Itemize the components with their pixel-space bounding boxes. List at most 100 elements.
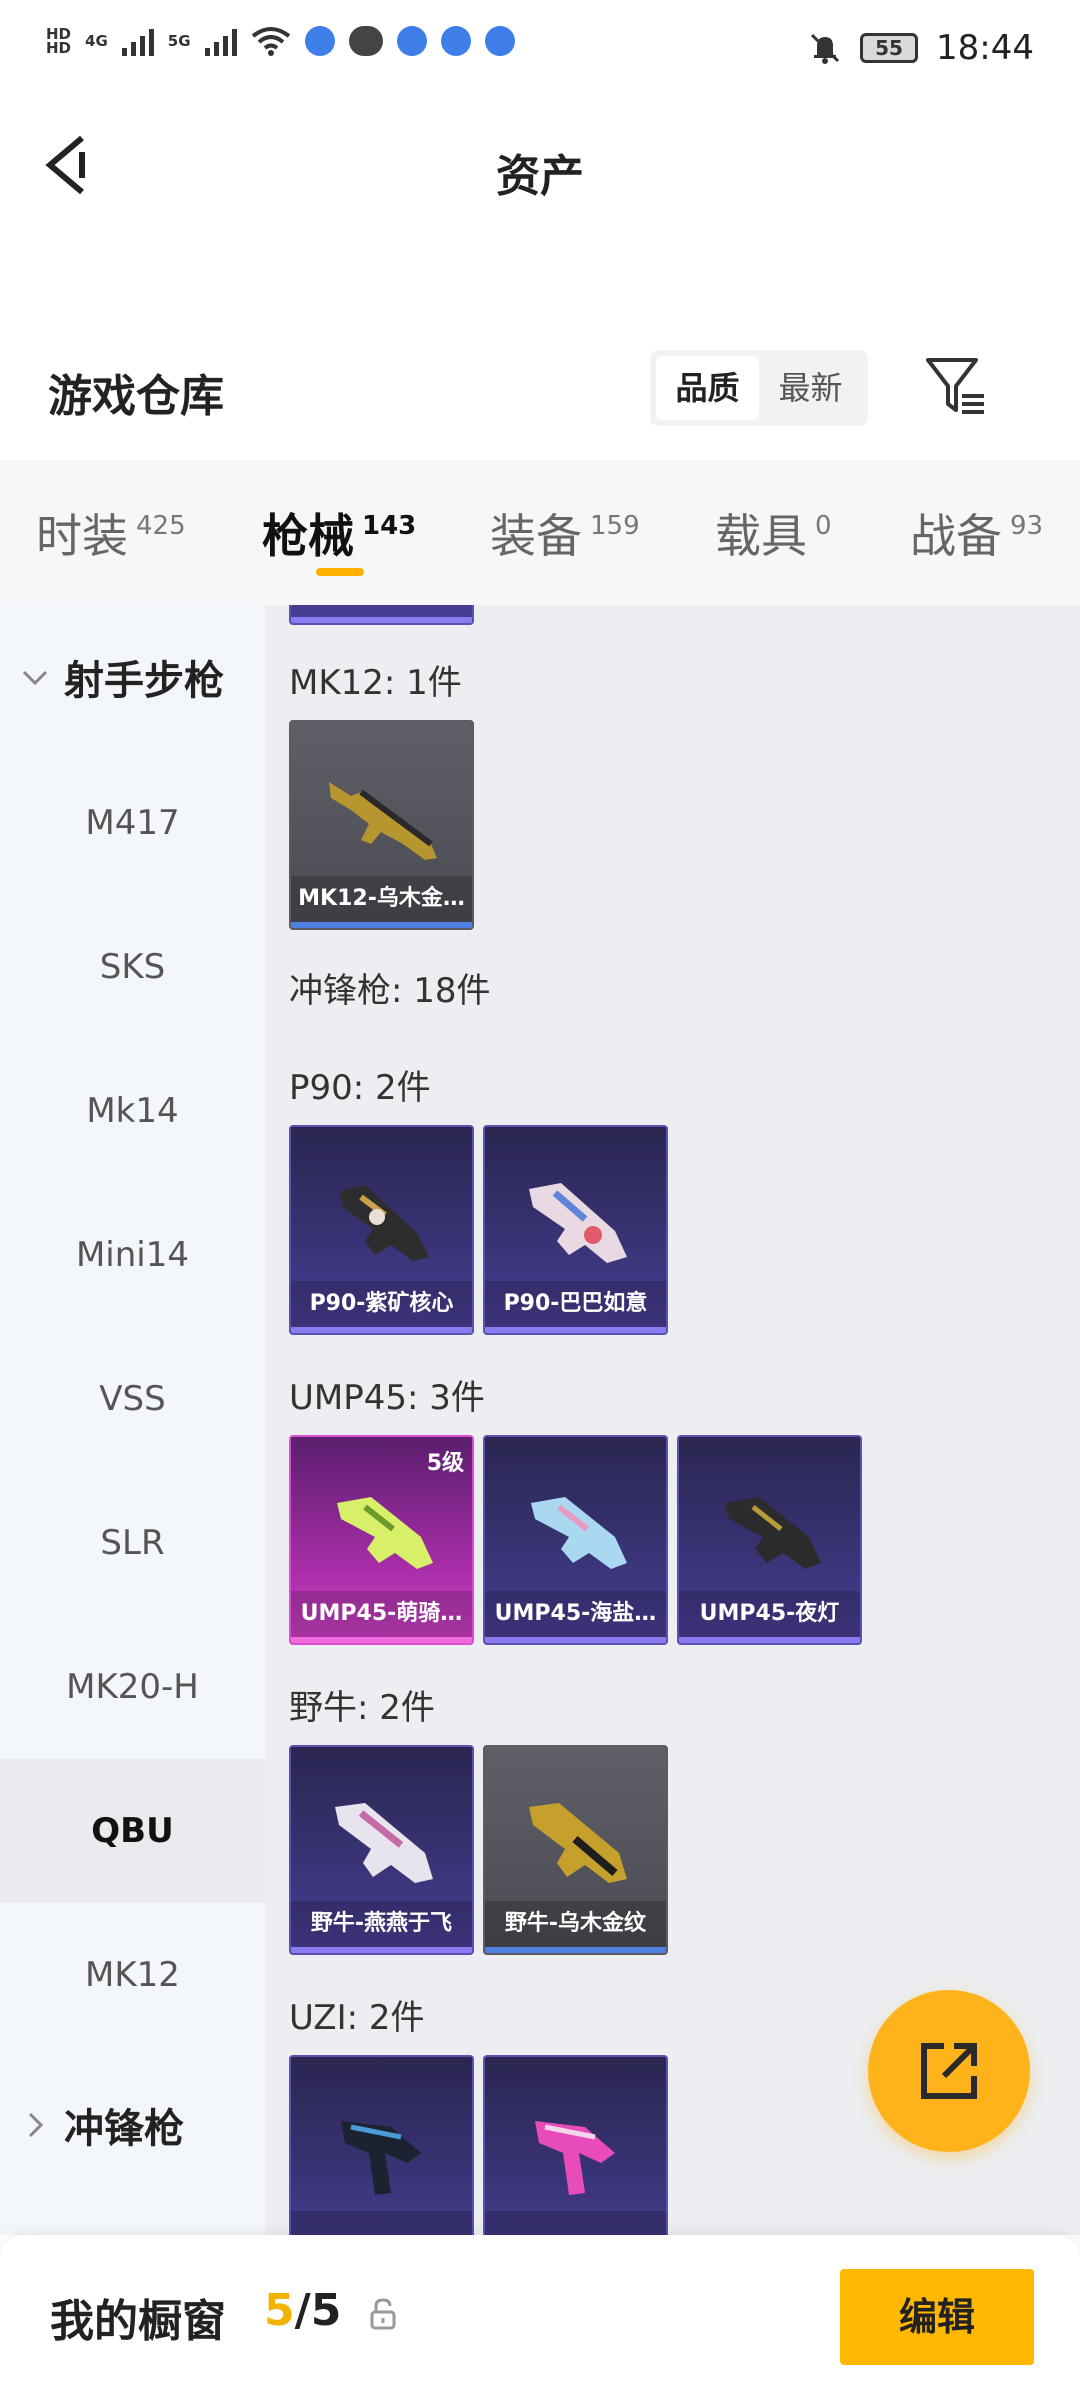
warehouse-title: 游戏仓库 <box>48 371 224 422</box>
weapon-sidebar: 射手步枪 M417 SKS Mk14 Mini14 VSS SLR MK20-H… <box>0 605 265 2235</box>
smg-icon <box>339 1185 429 1261</box>
item-name: UMP45-萌骑… <box>291 1591 472 1637</box>
item-card[interactable]: P90-紫矿核心 <box>289 1125 474 1335</box>
rarity-strip <box>485 1327 666 1333</box>
chevron-down-icon <box>22 670 48 686</box>
item-card[interactable]: UMP45-夜灯 <box>677 1435 862 1645</box>
battery-icon: 55 <box>860 33 919 63</box>
app-notification-icon <box>484 26 515 56</box>
app-notification-icon <box>304 26 335 56</box>
item-level-badge: 5级 <box>426 1451 464 1476</box>
warehouse-header: 游戏仓库 品质 最新 <box>0 330 1080 450</box>
signal-bars-icon <box>121 26 154 56</box>
rarity-strip <box>291 1637 472 1643</box>
sidebar-group-marksman-rifle[interactable]: 射手步枪 <box>0 627 265 727</box>
mute-bell-icon <box>810 33 840 64</box>
showcase-label: 我的橱窗 <box>50 2296 226 2347</box>
group-title: 野牛: 2件 <box>289 1688 435 1728</box>
status-left: HD HD 4G 5G <box>46 26 515 56</box>
tab-outfits[interactable]: 时装 425 <box>36 500 186 566</box>
wifi-icon <box>251 27 290 56</box>
sidebar-item-sks[interactable]: SKS <box>0 895 265 1039</box>
rarity-strip <box>679 1637 860 1643</box>
item-name <box>291 2211 472 2235</box>
app-header: 资产 <box>0 100 1080 240</box>
item-card[interactable]: UMP45-海盐… <box>483 1435 668 1645</box>
group-title: MK12: 1件 <box>289 663 462 703</box>
sidebar-item-mk14[interactable]: Mk14 <box>0 1039 265 1183</box>
sidebar-item-slr[interactable]: SLR <box>0 1471 265 1615</box>
item-card[interactable] <box>483 2055 668 2235</box>
item-card[interactable] <box>289 605 474 625</box>
smg-icon <box>341 2121 421 2195</box>
tab-supplies[interactable]: 战备 93 <box>910 500 1043 566</box>
edit-button[interactable]: 编辑 <box>840 2269 1034 2365</box>
rarity-strip <box>291 1947 472 1953</box>
sidebar-group-smg[interactable]: 冲锋枪 <box>0 2075 265 2175</box>
sidebar-item-mk12[interactable]: MK12 <box>0 1903 265 2047</box>
sidebar-item-m417[interactable]: M417 <box>0 751 265 895</box>
sidebar-item-mk20h[interactable]: MK20-H <box>0 1615 265 1759</box>
network-type-2: 5G <box>167 32 191 50</box>
item-card[interactable]: MK12-乌木金… <box>289 720 474 930</box>
app-notification-icon <box>396 26 427 56</box>
filter-icon[interactable] <box>924 354 988 418</box>
smg-icon <box>337 1497 433 1569</box>
item-card[interactable] <box>289 2055 474 2235</box>
sort-quality-option[interactable]: 品质 <box>656 356 759 420</box>
clock: 18:44 <box>936 28 1034 68</box>
smg-icon <box>535 2121 615 2195</box>
item-name: 野牛-乌木金纹 <box>485 1901 666 1947</box>
item-card[interactable]: P90-巴巴如意 <box>483 1125 668 1335</box>
signal-bars-icon <box>204 26 237 56</box>
group-title: P90: 2件 <box>289 1068 431 1108</box>
rarity-strip <box>291 922 472 928</box>
group-title: 冲锋枪: 18件 <box>289 971 491 1011</box>
sort-toggle: 品质 最新 <box>650 350 868 426</box>
network-type-1: 4G <box>85 32 108 50</box>
smg-icon <box>529 1803 627 1883</box>
sort-newest-option[interactable]: 最新 <box>759 356 862 420</box>
tab-weapons[interactable]: 枪械 143 <box>262 500 416 566</box>
sidebar-item-mini14[interactable]: Mini14 <box>0 1183 265 1327</box>
item-name: UMP45-海盐… <box>485 1591 666 1637</box>
smg-icon <box>529 1183 627 1263</box>
share-button[interactable] <box>868 1990 1030 2152</box>
item-name: MK12-乌木金… <box>291 876 472 922</box>
rarity-strip <box>485 1637 666 1643</box>
group-title: UZI: 2件 <box>289 1998 425 2038</box>
active-tab-indicator <box>316 568 364 576</box>
page-title: 资产 <box>496 151 584 202</box>
app-notification-icon <box>440 26 471 56</box>
sidebar-item-qbu[interactable]: QBU <box>0 1759 265 1903</box>
smg-icon <box>725 1497 821 1569</box>
rarity-strip <box>485 1947 666 1953</box>
hd-indicator: HD HD <box>46 25 72 57</box>
status-right: 55 18:44 <box>808 28 1034 68</box>
smg-icon <box>335 1803 433 1883</box>
tab-vehicles[interactable]: 载具 0 <box>715 500 832 566</box>
lock-icon <box>370 2298 396 2330</box>
item-name: P90-紫矿核心 <box>291 1281 472 1327</box>
showcase-count: 5/5 <box>264 2285 342 2336</box>
rifle-icon <box>329 782 437 860</box>
category-tabs: 时装 425 枪械 143 装备 159 载具 0 战备 93 <box>0 460 1080 605</box>
item-name <box>485 2211 666 2235</box>
item-name: UMP45-夜灯 <box>679 1591 860 1637</box>
app-screen: HD HD 4G 5G 55 18:44 资产 游戏仓库 品质 最新 时装 42… <box>0 0 1080 2400</box>
rarity-strip <box>291 1327 472 1333</box>
showcase-bar: 我的橱窗 5/5 编辑 <box>0 2235 1080 2400</box>
chevron-right-icon <box>28 2112 44 2138</box>
item-card[interactable]: 野牛-乌木金纹 <box>483 1745 668 1955</box>
smg-icon <box>531 1497 627 1569</box>
share-external-icon <box>921 2043 977 2099</box>
tab-equipment[interactable]: 装备 159 <box>490 500 640 566</box>
rarity-strip <box>291 617 472 623</box>
message-icon <box>348 26 383 56</box>
status-bar: HD HD 4G 5G 55 18:44 <box>0 0 1080 100</box>
item-card[interactable]: 野牛-燕燕于飞 <box>289 1745 474 1955</box>
item-card[interactable]: 5级 UMP45-萌骑… <box>289 1435 474 1645</box>
item-name: P90-巴巴如意 <box>485 1281 666 1327</box>
sidebar-item-vss[interactable]: VSS <box>0 1327 265 1471</box>
item-name: 野牛-燕燕于飞 <box>291 1901 472 1947</box>
